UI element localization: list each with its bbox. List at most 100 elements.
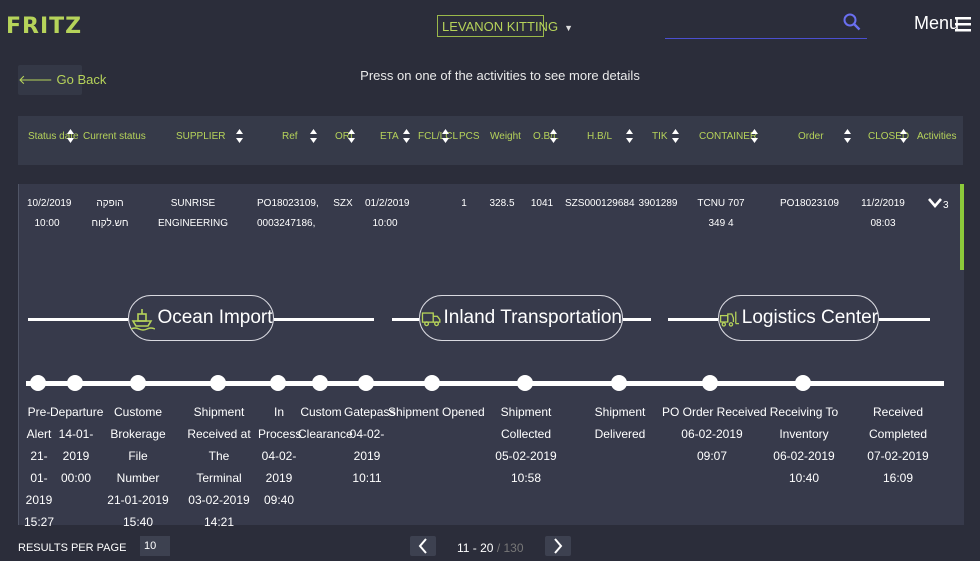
activity-time: 09:07	[696, 449, 728, 463]
activity-name: Gatepass	[344, 405, 396, 419]
sort-icon[interactable]	[900, 129, 907, 143]
activity-item[interactable]: Custome Brokerage File Number 21-01-2019…	[100, 401, 176, 533]
sort-icon[interactable]	[442, 129, 449, 143]
activity-date: 06-02-2019	[773, 449, 835, 463]
activity-item[interactable]: PO Order Received 06-02-2019 09:07	[662, 401, 767, 467]
activity-date: 07-02-2019	[867, 449, 929, 463]
column-header-tik[interactable]: TIK	[652, 131, 668, 142]
sort-icon[interactable]	[672, 129, 679, 143]
activity-name: Process	[258, 427, 302, 441]
ref-line: PO18023109,	[257, 198, 319, 209]
ref-cell: PO18023109, 0003247186,	[257, 194, 319, 234]
column-header-order[interactable]: Order	[798, 131, 824, 142]
container-cell: TCNU 707 349 4	[697, 198, 745, 229]
activity-time: 15:27	[24, 515, 55, 529]
menu-label[interactable]: Menu	[914, 13, 959, 34]
supplier-cell: SUNRISE ENGINEERING	[157, 198, 228, 229]
activity-name: Receiving To	[769, 405, 839, 419]
activity-date: 14-01-	[58, 427, 94, 441]
app-logo[interactable]: FRITZ	[6, 14, 82, 39]
sort-icon[interactable]	[67, 129, 74, 143]
activity-item[interactable]: In Process 04-02- 2019 09:40	[258, 401, 302, 511]
activity-date: 04-02-	[261, 449, 297, 463]
column-header-activities: Activities	[917, 131, 957, 142]
activity-time: 10:58	[510, 471, 542, 485]
timeline-dot[interactable]	[517, 375, 533, 391]
column-header-fcl-lcl[interactable]: FCL/LCL	[418, 131, 458, 142]
stage-inland-transportation[interactable]: Inland Transportation	[419, 295, 623, 341]
timeline-dot[interactable]	[424, 375, 440, 391]
stage-label: Inland Transportation	[443, 307, 622, 328]
column-header-container[interactable]: CONTAINER	[699, 131, 757, 142]
column-header-supplier[interactable]: SUPPLIER	[176, 131, 225, 142]
sort-icon[interactable]	[403, 129, 410, 143]
current-status-cell: הופקה חש.לקוח	[91, 198, 129, 229]
sort-icon[interactable]	[626, 129, 633, 143]
stage-connector	[623, 318, 651, 321]
timeline-dot[interactable]	[270, 375, 286, 391]
activity-item[interactable]: Custom Clearance	[298, 401, 353, 445]
stage-label: Logistics Center	[741, 307, 878, 328]
page-indicator: 11 - 20 / 130	[457, 541, 524, 555]
activity-name: Shipment	[193, 405, 245, 419]
activity-item[interactable]: Shipment Collected 05-02-2019 10:58	[490, 401, 562, 489]
status-date-cell: 10/2/2019 10:00	[27, 194, 72, 234]
search-icon[interactable]	[843, 13, 861, 31]
timeline-dot[interactable]	[130, 375, 146, 391]
timeline-dot[interactable]	[67, 375, 83, 391]
activity-date: 05-02-2019	[495, 449, 557, 463]
timeline-dot[interactable]	[30, 375, 46, 391]
activity-name: Received at The	[187, 427, 251, 463]
column-header-weight[interactable]: Weight	[490, 131, 521, 142]
activity-date: 21-01-2019	[107, 493, 169, 507]
customer-select[interactable]: LEVANON KITTING ▼	[437, 15, 573, 37]
activity-name: Inventory	[779, 427, 829, 441]
timeline-dot[interactable]	[358, 375, 374, 391]
timeline-dot[interactable]	[210, 375, 226, 391]
prev-page-button[interactable]	[410, 536, 436, 556]
column-header-hbl[interactable]: H.B/L	[587, 131, 612, 142]
column-header-ref[interactable]: Ref	[282, 131, 298, 142]
results-per-page-select[interactable]: 10	[140, 536, 170, 556]
forklift-icon	[719, 311, 739, 327]
activity-item[interactable]: Receiving To Inventory 06-02-2019 10:40	[764, 401, 844, 489]
column-header-current-status[interactable]: Current status	[83, 131, 146, 142]
instructions-text: Press on one of the activities to see mo…	[360, 68, 640, 83]
sort-icon[interactable]	[844, 129, 851, 143]
activity-name: Shipment	[594, 405, 646, 419]
activity-item[interactable]: Shipment Received at The Terminal 03-02-…	[178, 401, 260, 533]
activity-item[interactable]: Gatepass 04-02- 2019 10:11	[344, 401, 396, 489]
timeline-dot[interactable]	[312, 375, 328, 391]
activity-item[interactable]: Received Completed 07-02-2019 16:09	[858, 401, 938, 489]
sort-icon[interactable]	[310, 129, 317, 143]
sort-icon[interactable]	[236, 129, 243, 143]
eta-date: 01/2/2019	[365, 198, 410, 209]
search-input[interactable]	[665, 38, 867, 39]
column-header-eta[interactable]: ETA	[380, 131, 399, 142]
activity-item[interactable]: Shipment Delivered	[584, 401, 656, 445]
sort-icon[interactable]	[348, 129, 355, 143]
timeline-dot[interactable]	[702, 375, 718, 391]
status-date: 10/2/2019	[27, 198, 72, 209]
activity-item[interactable]: Shipment Opened	[388, 401, 485, 423]
stage-ocean-import[interactable]: Ocean Import	[128, 295, 274, 341]
activity-item[interactable]: Departure 14-01- 2019 00:00	[50, 401, 103, 489]
stage-connector	[274, 318, 374, 321]
activity-date: 2019	[265, 471, 293, 485]
sort-icon[interactable]	[550, 129, 557, 143]
sort-icon[interactable]	[751, 129, 758, 143]
stage-logistics-center[interactable]: Logistics Center	[718, 295, 879, 341]
stage-connector	[28, 318, 128, 321]
status-time: 10:00	[34, 218, 60, 229]
activity-time: 10:40	[788, 471, 820, 485]
activity-name: Custome	[113, 405, 163, 419]
activity-time: 09:40	[263, 493, 295, 507]
chevron-down-icon[interactable]	[928, 197, 942, 209]
activity-time: 15:40	[122, 515, 154, 529]
timeline-dot[interactable]	[611, 375, 627, 391]
column-header-pcs[interactable]: PCS	[459, 131, 480, 142]
ship-icon	[131, 309, 156, 331]
menu-icon[interactable]	[955, 16, 971, 32]
timeline-dot[interactable]	[795, 375, 811, 391]
next-page-button[interactable]	[545, 536, 571, 556]
